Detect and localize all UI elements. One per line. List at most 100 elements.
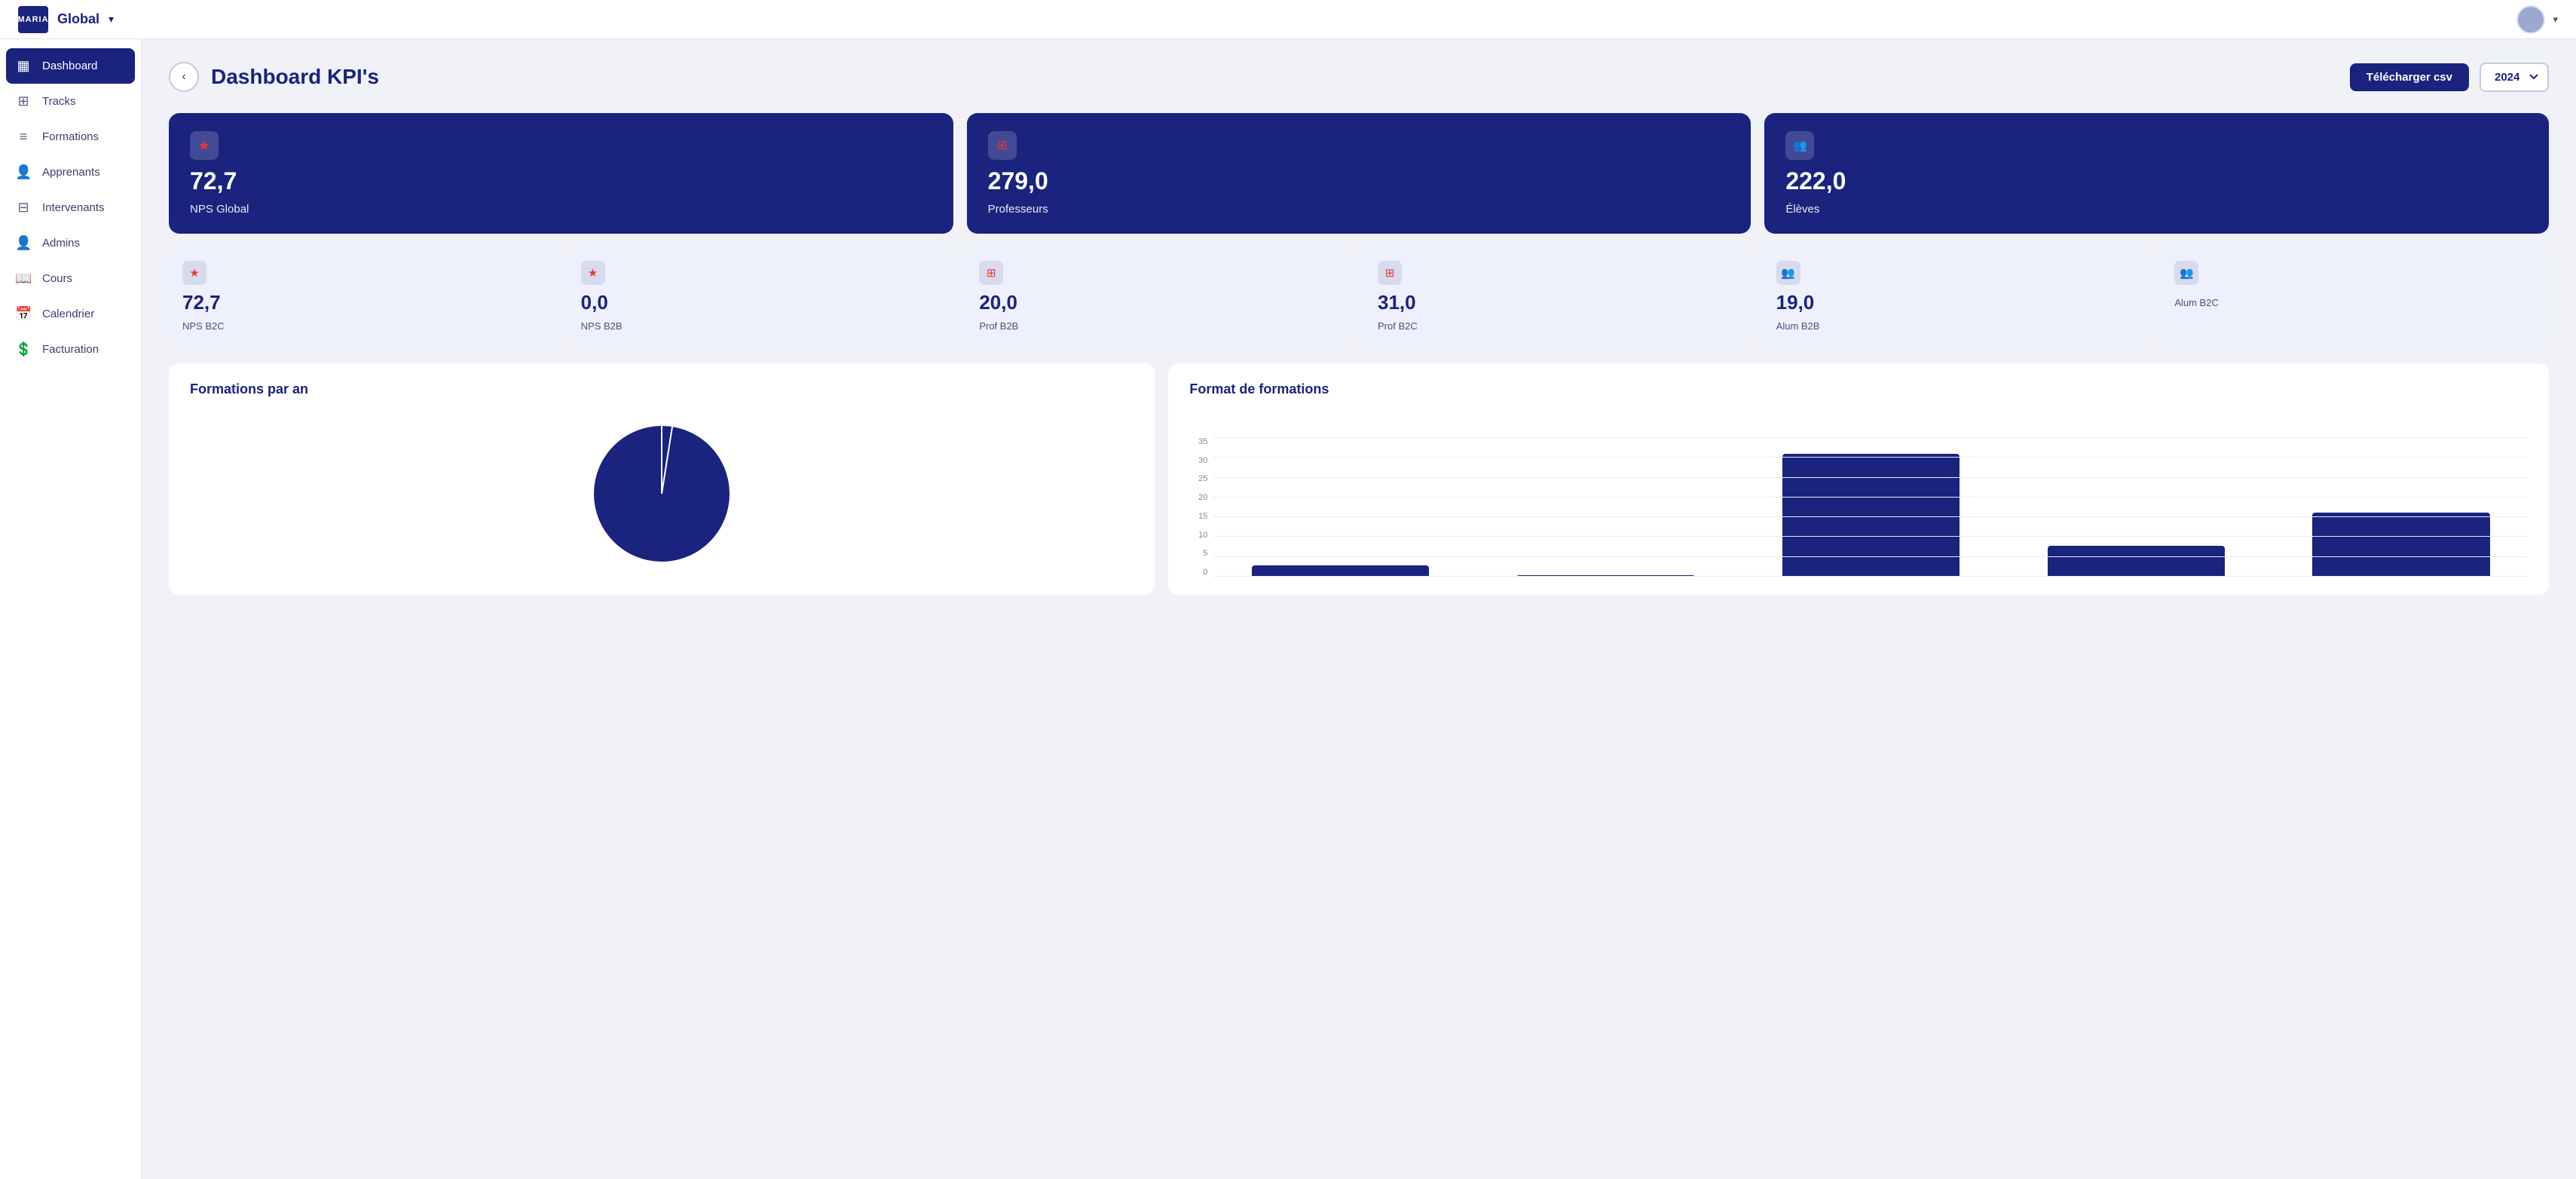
eleves-value: 222,0: [1785, 167, 2528, 195]
sidebar-item-tracks[interactable]: ⊞ Tracks: [0, 84, 141, 119]
back-button[interactable]: ‹: [169, 62, 199, 92]
pie-chart-container: [190, 411, 1134, 577]
main-header-left: ‹ Dashboard KPI's: [169, 62, 379, 92]
sidebar-item-label: Admins: [42, 237, 80, 250]
chart-formations-par-an: Formations par an: [169, 363, 1155, 595]
sidebar-item-label: Dashboard: [42, 60, 97, 72]
sidebar-item-label: Formations: [42, 130, 99, 143]
topbar-title: Global: [57, 11, 99, 27]
sidebar: ▦ Dashboard ⊞ Tracks ≡ Formations 👤 Appr…: [0, 39, 142, 1179]
prof-b2b-value: 20,0: [979, 291, 1340, 314]
sidebar-item-formations[interactable]: ≡ Formations: [0, 119, 141, 155]
alum-b2c-label: Alum B2C: [2174, 297, 2535, 308]
kpi-bottom-row: ★ 72,7 NPS B2C ★ 0,0 NPS B2B ⊞ 20,0 Prof…: [169, 247, 2549, 345]
bar-col-2: [1479, 437, 1732, 577]
admins-icon: 👤: [15, 235, 32, 251]
logo: MARIA: [18, 6, 48, 33]
pie-chart-svg: [586, 418, 737, 569]
bar-col-3: [1744, 437, 1997, 577]
sidebar-item-admins[interactable]: 👤 Admins: [0, 225, 141, 261]
sidebar-item-label: Tracks: [42, 95, 75, 108]
alum-b2b-value: 19,0: [1776, 291, 2137, 314]
prof-b2b-label: Prof B2B: [979, 320, 1340, 332]
kpi-card-nps-global: ★ 72,7 NPS Global: [169, 113, 953, 234]
sidebar-item-label: Facturation: [42, 343, 99, 356]
bar-y-axis: 35 30 25 20 15 10 5 0: [1189, 437, 1207, 577]
tracks-icon: ⊞: [15, 93, 32, 109]
download-csv-button[interactable]: Télécharger csv: [2350, 63, 2469, 91]
bar-rect: [2312, 513, 2489, 577]
eleves-label: Élèves: [1785, 203, 2528, 216]
sidebar-item-intervenants[interactable]: ⊟ Intervenants: [0, 190, 141, 225]
sidebar-item-calendrier[interactable]: 📅 Calendrier: [0, 296, 141, 332]
bar-rect: [1782, 454, 1960, 577]
sidebar-item-label: Intervenants: [42, 201, 105, 214]
eleves-icon: 👥: [1785, 131, 1814, 160]
bar-col-5: [2275, 437, 2528, 577]
topbar: MARIA Global ▾ ▾: [0, 0, 2576, 39]
nps-b2c-icon: ★: [182, 261, 207, 285]
nps-global-label: NPS Global: [190, 203, 932, 216]
bar-rect: [1252, 565, 1429, 577]
nps-b2b-icon: ★: [581, 261, 605, 285]
sidebar-item-cours[interactable]: 📖 Cours: [0, 261, 141, 296]
kpi-card-nps-b2c: ★ 72,7 NPS B2C: [169, 247, 557, 345]
nps-global-value: 72,7: [190, 167, 932, 195]
kpi-card-professeurs: ⊞ 279,0 Professeurs: [967, 113, 1751, 234]
professeurs-value: 279,0: [988, 167, 1730, 195]
prof-b2c-label: Prof B2C: [1378, 320, 1739, 332]
nps-b2b-label: NPS B2B: [581, 320, 942, 332]
facturation-icon: 💲: [15, 341, 32, 357]
prof-b2c-value: 31,0: [1378, 291, 1739, 314]
kpi-card-prof-b2b: ⊞ 20,0 Prof B2B: [965, 247, 1354, 345]
kpi-card-nps-b2b: ★ 0,0 NPS B2B: [568, 247, 956, 345]
kpi-card-alum-b2b: 👥 19,0 Alum B2B: [1763, 247, 2151, 345]
nps-global-icon: ★: [190, 131, 219, 160]
prof-b2b-icon: ⊞: [979, 261, 1003, 285]
kpi-card-prof-b2c: ⊞ 31,0 Prof B2C: [1364, 247, 1752, 345]
sidebar-item-dashboard[interactable]: ▦ Dashboard: [6, 48, 135, 84]
nps-b2c-label: NPS B2C: [182, 320, 543, 332]
formations-icon: ≡: [15, 129, 32, 145]
bar-rect: [2048, 546, 2225, 577]
dashboard-icon: ▦: [15, 58, 32, 74]
chart-format-title: Format de formations: [1189, 381, 2528, 397]
bar-col-1: [1213, 437, 1467, 577]
topbar-chevron-icon[interactable]: ▾: [109, 13, 114, 26]
bar-chart-area: [1213, 437, 2528, 577]
main-content: ‹ Dashboard KPI's Télécharger csv 2024 2…: [142, 39, 2576, 1179]
intervenants-icon: ⊟: [15, 200, 32, 216]
main-header: ‹ Dashboard KPI's Télécharger csv 2024 2…: [169, 62, 2549, 92]
prof-b2c-icon: ⊞: [1378, 261, 1402, 285]
kpi-card-eleves: 👥 222,0 Élèves: [1764, 113, 2549, 234]
sidebar-item-label: Calendrier: [42, 308, 94, 320]
layout: ▦ Dashboard ⊞ Tracks ≡ Formations 👤 Appr…: [0, 39, 2576, 1179]
page-title: Dashboard KPI's: [211, 65, 379, 89]
professeurs-icon: ⊞: [988, 131, 1017, 160]
chart-formations-title: Formations par an: [190, 381, 1134, 397]
charts-row: Formations par an Format de formations: [169, 363, 2549, 595]
cours-icon: 📖: [15, 271, 32, 286]
bar-chart-wrapper: 35 30 25 20 15 10 5 0: [1189, 411, 2528, 577]
nps-b2b-value: 0,0: [581, 291, 942, 314]
sidebar-item-label: Apprenants: [42, 166, 100, 179]
sidebar-item-facturation[interactable]: 💲 Facturation: [0, 332, 141, 367]
topbar-left: MARIA Global ▾: [18, 6, 114, 33]
avatar[interactable]: [2516, 5, 2545, 34]
alum-b2c-icon: 👥: [2174, 261, 2198, 285]
chart-format-formations: Format de formations 35 30 25 20 15 10 5…: [1168, 363, 2549, 595]
topbar-caret-icon[interactable]: ▾: [2553, 14, 2558, 26]
main-header-right: Télécharger csv 2024 2023 2022: [2350, 63, 2549, 92]
nps-b2c-value: 72,7: [182, 291, 543, 314]
alum-b2b-label: Alum B2B: [1776, 320, 2137, 332]
year-select[interactable]: 2024 2023 2022: [2480, 63, 2549, 92]
bar-col-4: [2009, 437, 2262, 577]
bar-rect: [1517, 575, 1694, 577]
apprenants-icon: 👤: [15, 164, 32, 180]
avatar-image: [2518, 7, 2544, 32]
kpi-top-row: ★ 72,7 NPS Global ⊞ 279,0 Professeurs 👥 …: [169, 113, 2549, 234]
calendrier-icon: 📅: [15, 306, 32, 322]
topbar-right: ▾: [2516, 5, 2558, 34]
sidebar-item-label: Cours: [42, 272, 72, 285]
sidebar-item-apprenants[interactable]: 👤 Apprenants: [0, 155, 141, 190]
